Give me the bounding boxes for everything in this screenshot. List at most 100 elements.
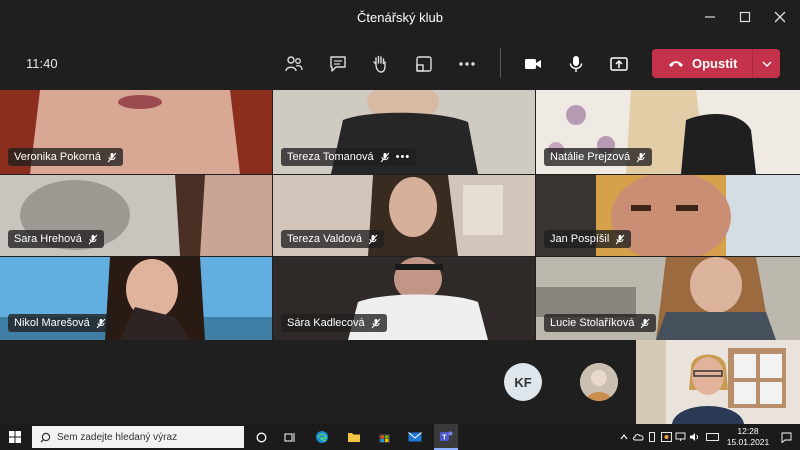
video-tile[interactable]: Lucie Stolaříková: [536, 257, 800, 340]
title-bar: Čtenářský klub: [0, 0, 800, 36]
keyboard-icon: [705, 433, 719, 441]
share-icon: [610, 57, 628, 71]
search-placeholder: Sem zadejte hledaný výraz: [57, 431, 178, 443]
participant-nametag: Natálie Prejzová: [544, 148, 653, 166]
tray-usb[interactable]: [646, 424, 658, 450]
self-view-video[interactable]: [636, 340, 800, 424]
video-tile[interactable]: Sara Hrehová: [0, 175, 272, 256]
avatar-image: [580, 363, 618, 401]
folder-icon: [348, 433, 360, 442]
tray-keyboard[interactable]: [704, 424, 720, 450]
notification-icon: [781, 432, 791, 443]
file-explorer-taskbar-button[interactable]: [344, 424, 364, 450]
microphone-button[interactable]: [563, 51, 589, 77]
raise-hand-icon: [373, 55, 386, 73]
video-tile[interactable]: Veronika Pokorná: [0, 90, 272, 174]
mic-muted-icon: [371, 318, 381, 328]
participant-nametag: Veronika Pokorná: [8, 148, 123, 166]
tray-cloud[interactable]: [632, 424, 644, 450]
chevron-down-icon: [762, 61, 771, 67]
participant-avatar-photo[interactable]: [580, 363, 618, 401]
camera-button[interactable]: [520, 51, 546, 77]
video-tile[interactable]: Nikol Marešová: [0, 257, 272, 340]
participant-name: Nikol Marešová: [14, 317, 90, 329]
participant-nametag: Sara Hrehová: [8, 230, 104, 248]
participant-name: Jan Pospíšil: [550, 233, 610, 245]
raise-hand-button[interactable]: [367, 51, 393, 77]
network-icon: [675, 432, 685, 441]
mail-taskbar-button[interactable]: [405, 424, 425, 450]
notifications-button[interactable]: [778, 424, 794, 450]
minimize-icon: [705, 16, 715, 18]
taskbar-search-box[interactable]: Sem zadejte hledaný výraz: [32, 426, 244, 448]
more-actions-button[interactable]: [454, 51, 480, 77]
meeting-time: 11:40: [26, 56, 58, 71]
minimize-button[interactable]: [698, 6, 722, 30]
participant-nametag: Sára Kadlecová: [281, 314, 387, 332]
tray-network[interactable]: [674, 424, 686, 450]
meeting-toolbar: 11:40 Opustit: [0, 36, 800, 90]
app-tray-icon: [660, 432, 672, 442]
tray-overflow-chevron[interactable]: [618, 424, 630, 450]
start-button[interactable]: [4, 424, 26, 450]
maximize-icon: [739, 11, 751, 23]
participants-button[interactable]: [281, 51, 307, 77]
close-icon: [774, 11, 786, 23]
maximize-button[interactable]: [733, 6, 757, 30]
video-tile[interactable]: Sára Kadlecová: [273, 257, 535, 340]
store-icon: [378, 433, 390, 443]
store-taskbar-button[interactable]: [374, 424, 394, 450]
search-icon: [40, 432, 51, 442]
chevron-up-icon: [620, 434, 628, 440]
taskbar-date: 15.01.2021: [726, 437, 770, 447]
teams-taskbar-button[interactable]: T: [434, 424, 458, 450]
video-tile[interactable]: Jan Pospíšil: [536, 175, 800, 256]
participant-name: Tereza Valdová: [287, 233, 363, 245]
chat-button[interactable]: [325, 51, 351, 77]
participant-nametag: Nikol Marešová: [8, 314, 112, 332]
taskbar-clock[interactable]: 12:28 15.01.2021: [726, 426, 770, 448]
cloud-icon: [632, 434, 643, 441]
video-tile[interactable]: Natálie Prejzová: [536, 90, 800, 174]
windows-taskbar: Sem zadejte hledaný výraz T 12:28 15.01.…: [0, 424, 800, 450]
task-view-icon: [284, 432, 295, 442]
participant-name: Sára Kadlecová: [287, 317, 365, 329]
camera-icon: [525, 59, 541, 69]
video-tile[interactable]: Tereza Valdová: [273, 175, 535, 256]
chat-icon: [330, 56, 346, 72]
participant-avatar-initials[interactable]: KF: [504, 363, 542, 401]
circle-icon: [256, 432, 266, 442]
window-title: Čtenářský klub: [357, 10, 443, 25]
edge-taskbar-button[interactable]: [312, 424, 332, 450]
toolbar-divider: [500, 48, 501, 78]
people-icon: [285, 56, 303, 72]
more-icon: [459, 62, 475, 66]
mic-muted-icon: [107, 152, 117, 162]
windows-icon: [9, 431, 21, 443]
breakout-rooms-button[interactable]: [411, 51, 437, 77]
leave-button[interactable]: Opustit: [652, 49, 752, 78]
leave-options-dropdown[interactable]: [752, 49, 780, 78]
participant-nametag: Jan Pospíšil: [544, 230, 632, 248]
tray-app[interactable]: [660, 424, 672, 450]
participant-more-options[interactable]: •••: [396, 151, 411, 163]
mic-muted-icon: [380, 152, 389, 162]
tray-volume[interactable]: [688, 424, 700, 450]
taskbar-time: 12:28: [737, 426, 759, 436]
mail-icon: [408, 432, 422, 442]
share-screen-button[interactable]: [606, 51, 632, 77]
task-view-button[interactable]: [280, 424, 300, 450]
hang-up-icon: [669, 60, 683, 67]
close-button[interactable]: [768, 6, 792, 30]
overflow-participants: KF: [0, 340, 800, 424]
usb-icon: [649, 431, 655, 442]
video-tile[interactable]: Tereza Tomanová •••: [273, 90, 535, 174]
cortana-button[interactable]: [251, 424, 271, 450]
mic-muted-icon: [368, 234, 378, 244]
participant-name: Veronika Pokorná: [14, 151, 101, 163]
mic-icon: [569, 56, 583, 72]
edge-icon: [316, 431, 328, 443]
participant-name: Lucie Stolaříková: [550, 317, 635, 329]
leave-button-group: Opustit: [652, 49, 780, 78]
leave-label: Opustit: [692, 56, 738, 71]
